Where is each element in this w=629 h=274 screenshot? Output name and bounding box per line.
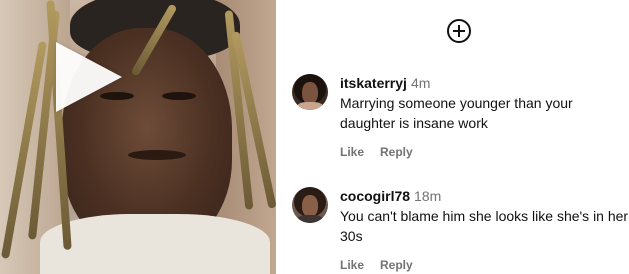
comment-header: cocogirl78 18m — [340, 187, 629, 205]
comment-username[interactable]: cocogirl78 — [340, 188, 410, 204]
reply-button[interactable]: Reply — [380, 258, 413, 272]
comment-time: 18m — [414, 188, 442, 204]
video-eye-right — [162, 92, 196, 100]
comment-actions: Like Reply — [340, 258, 629, 272]
like-button[interactable]: Like — [340, 258, 364, 272]
comment-body: cocogirl78 18m You can't blame him she lo… — [340, 187, 629, 272]
avatar-body — [296, 102, 324, 110]
avatar[interactable] — [292, 187, 328, 223]
reply-button[interactable]: Reply — [380, 145, 413, 159]
comment-text: Marrying someone younger than your daugh… — [340, 95, 573, 131]
comment-body: itskaterryj 4m Marrying someone younger t… — [340, 74, 629, 159]
comment-header: itskaterryj 4m — [340, 74, 629, 92]
video-mouth — [128, 150, 186, 160]
comment-username[interactable]: itskaterryj — [340, 75, 407, 91]
comment-time: 4m — [410, 75, 431, 91]
comments-panel: itskaterryj 4m Marrying someone younger t… — [276, 0, 629, 274]
avatar-face — [302, 195, 318, 217]
video-thumbnail[interactable] — [0, 0, 276, 274]
comment-actions: Like Reply — [340, 145, 629, 159]
avatar[interactable] — [292, 74, 328, 110]
video-shirt — [40, 214, 270, 274]
like-button[interactable]: Like — [340, 145, 364, 159]
add-circle-icon[interactable] — [447, 19, 471, 43]
comment-text: You can't blame him she looks like she's… — [340, 208, 629, 244]
play-icon[interactable] — [56, 42, 122, 112]
avatar-face — [302, 82, 318, 104]
avatar-body — [296, 215, 324, 223]
